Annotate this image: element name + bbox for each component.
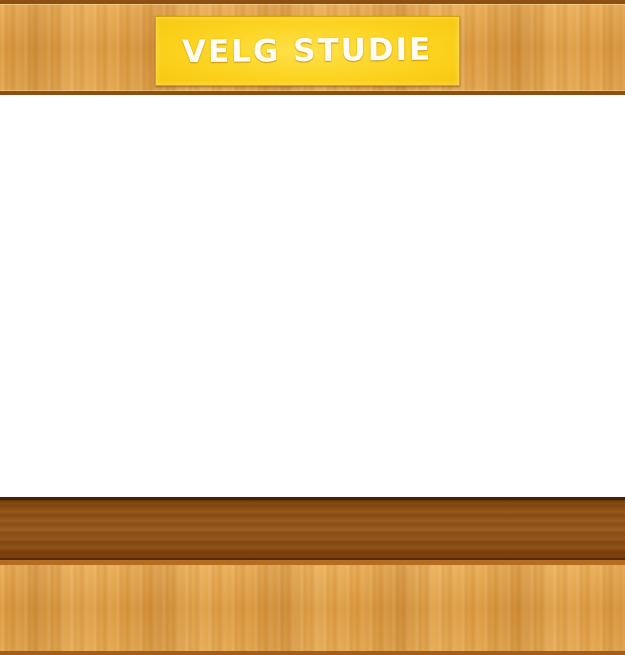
title-plate: VELG STUDIE	[155, 16, 460, 86]
footer-panel	[0, 560, 625, 655]
header-bar: VELG STUDIE	[0, 0, 625, 95]
wood-shelf	[0, 497, 625, 560]
content-area	[0, 95, 625, 497]
page-title: VELG STUDIE	[182, 31, 433, 71]
